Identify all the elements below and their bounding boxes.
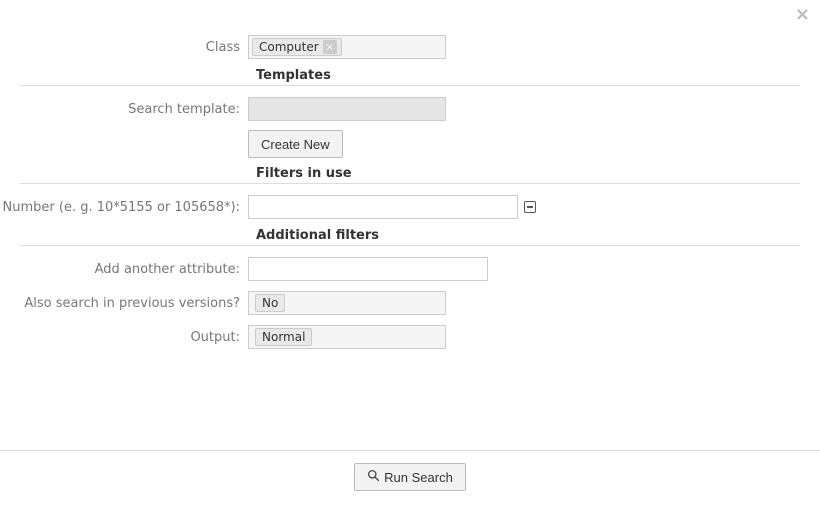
output-value: Normal (255, 328, 312, 346)
search-template-label: Search template: (0, 102, 248, 117)
search-icon (367, 469, 380, 485)
output-select[interactable]: Normal (248, 325, 446, 349)
prev-versions-value: No (255, 294, 285, 312)
filters-in-use-heading: Filters in use (256, 166, 352, 181)
output-label: Output: (0, 330, 248, 345)
class-tag[interactable]: Computer × (252, 38, 342, 56)
add-attribute-label: Add another attribute: (0, 262, 248, 277)
create-new-button[interactable]: Create New (248, 130, 343, 158)
number-input[interactable] (248, 195, 518, 219)
search-template-input[interactable] (248, 97, 446, 121)
create-new-label: Create New (261, 137, 330, 152)
class-field[interactable]: Computer × (248, 35, 446, 59)
add-attribute-input[interactable] (248, 257, 488, 281)
class-tag-text: Computer (259, 40, 319, 54)
prev-versions-select[interactable]: No (248, 291, 446, 315)
templates-heading: Templates (256, 68, 331, 83)
prev-versions-label: Also search in previous versions? (0, 296, 248, 311)
close-icon[interactable]: × (795, 6, 810, 24)
remove-tag-icon[interactable]: × (323, 40, 337, 54)
remove-filter-icon[interactable] (524, 201, 536, 213)
additional-filters-heading: Additional filters (256, 228, 379, 243)
number-label: Number (e. g. 10*5155 or 105658*): (0, 200, 248, 215)
run-search-button[interactable]: Run Search (354, 463, 466, 491)
class-label: Class (0, 40, 248, 55)
run-search-label: Run Search (384, 470, 453, 485)
